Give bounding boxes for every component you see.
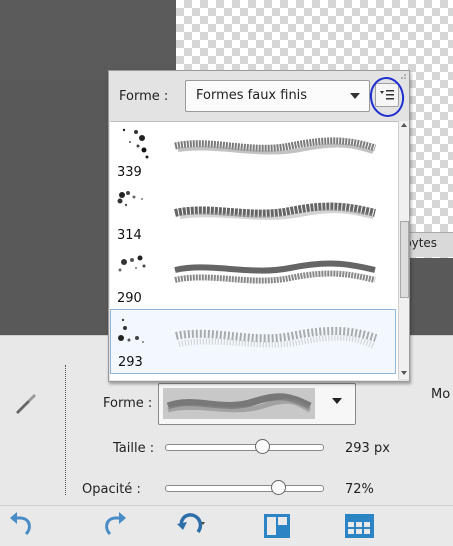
brush-size-label: 290 — [117, 291, 142, 306]
resize-grip-icon[interactable] — [399, 73, 407, 81]
rotate-icon[interactable] — [176, 510, 206, 540]
brush-item[interactable]: 314 — [110, 183, 396, 246]
opacity-slider[interactable] — [165, 485, 324, 492]
chevron-down-icon — [332, 398, 342, 404]
brush-list: 339 314 290 293 — [110, 121, 398, 380]
opacity-label: Opacité : — [82, 482, 141, 497]
brush-tip-thumbnail — [117, 191, 143, 207]
brush-list-scrollbar[interactable] — [398, 121, 409, 379]
brush-library-dropdown[interactable]: Formes faux finis — [185, 80, 370, 112]
size-slider[interactable] — [165, 444, 324, 451]
scroll-up-icon[interactable] — [401, 123, 407, 127]
brush-size-label: 293 — [118, 355, 143, 370]
selected-brush-preview — [163, 388, 315, 419]
redo-icon[interactable] — [100, 510, 130, 540]
brush-tip-thumbnail — [122, 128, 149, 159]
brush-item[interactable]: 290 — [110, 246, 396, 309]
brush-library-label: Forme : — [119, 89, 169, 104]
brush-stroke-preview — [174, 202, 376, 220]
scroll-down-icon[interactable] — [401, 371, 407, 375]
forme-label: Forme : — [103, 396, 153, 411]
workspace-background — [0, 0, 175, 80]
layout-icon[interactable] — [262, 510, 292, 540]
brush-size-label: 314 — [117, 228, 142, 243]
size-value[interactable]: 293 px — [345, 441, 390, 456]
taskbar — [0, 505, 453, 546]
organizer-icon[interactable] — [343, 510, 376, 540]
opacity-slider-thumb[interactable] — [271, 480, 287, 495]
brush-item-selected[interactable]: 293 — [110, 309, 396, 374]
size-label: Taille : — [113, 441, 155, 456]
brush-tip-thumbnail — [118, 318, 144, 343]
panel-divider — [65, 365, 66, 495]
brush-picker-popup: Forme : Formes faux finis 339 314 290 29… — [108, 70, 410, 382]
brush-item[interactable]: 339 — [110, 122, 396, 183]
brush-tip-thumbnail — [118, 255, 146, 272]
brush-picker-header: Forme : Formes faux finis — [109, 71, 409, 121]
mode-label: Mo — [431, 387, 451, 402]
chevron-down-icon — [350, 93, 360, 99]
brush-library-value: Formes faux finis — [196, 88, 308, 103]
brush-tool-icon[interactable] — [10, 388, 40, 418]
opacity-value[interactable]: 72% — [345, 482, 374, 497]
brush-shape-dropdown[interactable] — [158, 383, 356, 425]
brush-stroke-preview — [174, 137, 377, 155]
brush-stroke-preview — [175, 326, 378, 349]
brush-size-label: 339 — [117, 165, 142, 180]
brush-stroke-preview — [174, 260, 376, 284]
scrollbar-thumb[interactable] — [400, 221, 409, 298]
undo-icon[interactable] — [6, 510, 36, 540]
